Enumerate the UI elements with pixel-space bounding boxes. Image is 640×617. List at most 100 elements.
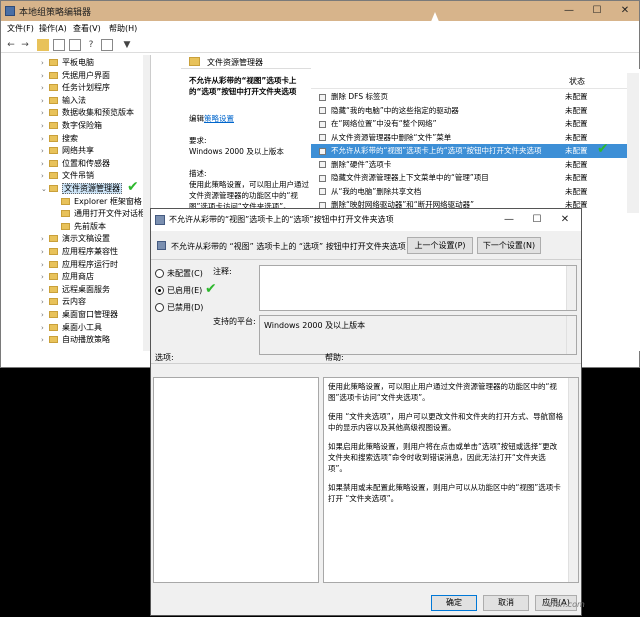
tree-item-file-explorer[interactable]: ⌄ 文件资源管理器 — [41, 183, 122, 196]
help-scrollbar[interactable] — [568, 378, 578, 582]
dialog-close-button[interactable]: ✕ — [551, 209, 579, 231]
tree-item[interactable]: › 自动播放策略 — [41, 334, 110, 347]
tree-item[interactable]: › 桌面窗口管理器 — [41, 309, 118, 322]
supported-platform-box: Windows 2000 及以上版本 — [259, 315, 577, 355]
list-item[interactable]: 隐藏“我的电脑”中的这些指定的驱动器 未配置 — [311, 104, 627, 118]
close-button[interactable]: ✕ — [611, 1, 639, 21]
folder-icon — [49, 96, 58, 104]
list-item[interactable]: 从文件资源管理器中删除“文件”菜单 未配置 — [311, 131, 627, 145]
policy-tree: › 平板电脑 › 凭据用户界面 › 任务计划程序 › 输入法 › 数据收集和预览版本 › 数… — [1, 55, 151, 351]
policy-icon — [155, 215, 165, 225]
ok-button[interactable]: 确定 — [431, 595, 477, 611]
folder-icon — [49, 235, 58, 243]
folder-icon — [49, 159, 58, 167]
list-item[interactable]: 删除“硬件”选项卡 未配置 — [311, 158, 627, 172]
mouse-cursor-icon — [430, 12, 440, 24]
toolbar: ← → ? ▼ — [1, 37, 639, 53]
list-item[interactable]: 从“我的电脑”删除共享文档 未配置 — [311, 185, 627, 199]
help-icon[interactable]: ? — [85, 39, 97, 51]
menu-view[interactable]: 查看(V) — [73, 23, 101, 34]
minimize-button[interactable]: — — [555, 1, 583, 21]
list-item[interactable]: 在“网络位置”中没有“整个网络” 未配置 — [311, 117, 627, 131]
comment-textarea[interactable] — [259, 265, 577, 311]
folder-icon — [49, 84, 58, 92]
setting-icon — [319, 93, 326, 101]
policy-setting-dialog: 不允许从彩带的“视图”选项卡上的“选项”按钮中打开文件夹选项 — ☐ ✕ 不允许… — [150, 208, 582, 616]
show-hide-tree-icon[interactable] — [53, 39, 65, 51]
list-header: 状态 — [311, 73, 627, 89]
radio-not-configured[interactable]: 未配置(C) — [155, 268, 203, 279]
list-item[interactable]: 删除 DFS 标签页 未配置 — [311, 90, 627, 104]
dialog-minimize-button[interactable]: — — [495, 209, 523, 231]
tree-item[interactable]: › 网络共享 — [41, 145, 94, 158]
tree-item[interactable]: › 数字保险箱 — [41, 120, 102, 133]
dialog-title-bar[interactable]: 不允许从彩带的“视图”选项卡上的“选项”按钮中打开文件夹选项 — ☐ ✕ — [151, 209, 581, 231]
requirements-label: 要求: — [189, 136, 207, 145]
tree-item[interactable]: › 桌面小工具 — [41, 322, 102, 335]
help-paragraph: 使用此策略设置，可以阻止用户通过文件资源管理器的功能区中的“视图”选项卡访问“文… — [328, 382, 557, 402]
folder-icon — [49, 147, 58, 155]
status-column-header[interactable]: 状态 — [569, 76, 585, 87]
folder-icon — [49, 134, 58, 142]
tree-item[interactable]: › 演示文稿设置 — [41, 233, 110, 246]
folder-icon — [49, 336, 58, 344]
forward-icon[interactable]: → — [19, 39, 31, 51]
menu-help[interactable]: 帮助(H) — [109, 23, 137, 34]
menu-bar: 文件(F) 操作(A) 查看(V) 帮助(H) — [1, 21, 639, 37]
description-panel-header: 文件资源管理器 — [181, 55, 311, 69]
tree-item[interactable]: › 任务计划程序 — [41, 82, 110, 95]
tree-item[interactable]: 先前版本 — [53, 221, 106, 234]
export-list-icon[interactable] — [69, 39, 81, 51]
tree-item[interactable]: › 凭据用户界面 — [41, 70, 110, 83]
properties-icon[interactable] — [101, 39, 113, 51]
help-label: 帮助: — [325, 353, 344, 362]
folder-icon — [61, 222, 70, 230]
setting-icon — [319, 188, 326, 195]
radio-disabled[interactable]: 已禁用(D) — [155, 302, 203, 313]
help-pane: 使用此策略设置，可以阻止用户通过文件资源管理器的功能区中的“视图”选项卡访问“文… — [323, 377, 579, 583]
tree-item[interactable]: › 数据收集和预览版本 — [41, 107, 134, 120]
tree-item[interactable]: › 远程桌面服务 — [41, 284, 110, 297]
tree-item[interactable]: › 位置和传感器 — [41, 158, 110, 171]
previous-setting-button[interactable]: 上一个设置(P) — [407, 237, 473, 254]
help-paragraph: 使用 “文件夹选项”，用户可以更改文件和文件夹的打开方式、导航窗格中的显示内容以… — [328, 412, 564, 432]
edit-policy-link[interactable]: 策略设置 — [204, 114, 234, 123]
folder-icon — [49, 273, 58, 281]
maximize-button[interactable]: ☐ — [583, 1, 611, 21]
divider — [151, 363, 581, 364]
tree-item[interactable]: › 应用程序兼容性 — [41, 246, 118, 259]
platform-scrollbar[interactable] — [566, 316, 576, 354]
tree-item[interactable]: › 应用商店 — [41, 271, 94, 284]
options-label: 选项: — [155, 353, 174, 362]
dialog-maximize-button[interactable]: ☐ — [523, 209, 551, 231]
tree-item[interactable]: › 输入法 — [41, 95, 86, 108]
dialog-title: 不允许从彩带的“视图”选项卡上的“选项”按钮中打开文件夹选项 — [169, 215, 394, 224]
check-mark-icon: ✔ — [597, 141, 609, 157]
setting-icon — [319, 161, 326, 168]
filter-icon[interactable]: ▼ — [121, 39, 133, 51]
menu-action[interactable]: 操作(A) — [39, 23, 67, 34]
tree-item[interactable]: 通用打开文件对话框 — [53, 208, 146, 221]
list-item-selected[interactable]: 不允许从彩带的“视图”选项卡上的“选项”按钮中打开文件夹选项 未配置 — [311, 144, 627, 158]
tree-item[interactable]: › 云内容 — [41, 296, 86, 309]
back-icon[interactable]: ← — [5, 39, 17, 51]
help-paragraph: 如果禁用或未配置此策略设置，则用户可以从功能区中的“视图”选项卡打开 “文件夹选… — [328, 483, 561, 503]
options-pane — [153, 377, 319, 583]
tree-item[interactable]: › 搜索 — [41, 133, 78, 146]
up-folder-icon[interactable] — [37, 39, 49, 51]
list-scrollbar[interactable] — [627, 73, 639, 213]
main-title-bar[interactable]: 本地组策略编辑器 — ☐ ✕ — [1, 1, 639, 21]
tree-item[interactable]: › 应用程序运行时 — [41, 259, 118, 272]
tree-item[interactable]: Explorer 框架窗格 — [53, 196, 142, 209]
main-window-title: 本地组策略编辑器 — [19, 8, 92, 18]
radio-enabled[interactable]: 已启用(E) — [155, 285, 202, 296]
description-label: 描述: — [189, 169, 207, 178]
tree-item[interactable]: › 平板电脑 — [41, 57, 94, 70]
comment-scrollbar[interactable] — [566, 266, 576, 310]
folder-icon — [49, 285, 58, 293]
menu-file[interactable]: 文件(F) — [7, 23, 34, 34]
next-setting-button[interactable]: 下一个设置(N) — [477, 237, 541, 254]
tree-item[interactable]: › 文件吊销 — [41, 170, 94, 183]
list-item[interactable]: 隐藏文件资源管理器上下文菜单中的“管理”项目 未配置 — [311, 171, 627, 185]
cancel-button[interactable]: 取消 — [483, 595, 529, 611]
